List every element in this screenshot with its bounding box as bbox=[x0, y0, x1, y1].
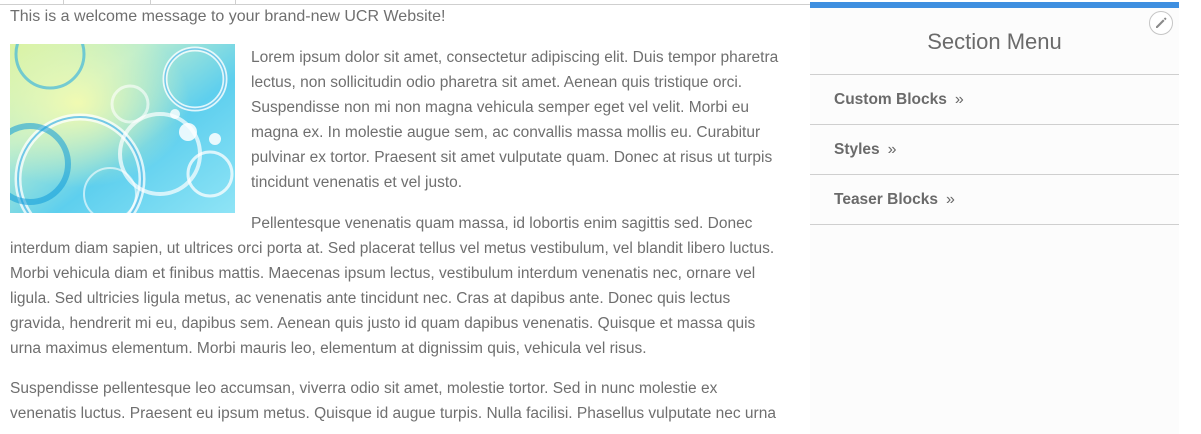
tab-divider bbox=[150, 0, 151, 4]
welcome-message: This is a welcome message to your brand-… bbox=[10, 8, 446, 25]
paragraph-second-text: Pellentesque venenatis quam massa, id lo… bbox=[10, 215, 775, 357]
menu-item-styles[interactable]: Styles » bbox=[810, 125, 1179, 175]
menu-item-label: Teaser Blocks bbox=[834, 190, 938, 208]
tab-divider bbox=[235, 0, 236, 4]
chevron-right-icon: » bbox=[954, 90, 964, 108]
paragraph-intro: Lorem ipsum dolor sit amet, consectetur … bbox=[251, 49, 779, 191]
hero-bubbles-image bbox=[10, 44, 235, 213]
menu-item-label: Styles bbox=[834, 140, 880, 158]
paragraph-second: Pellentesque venenatis quam massa, id lo… bbox=[10, 211, 780, 361]
sidebar-accent-bar bbox=[810, 2, 1179, 8]
page: This is a welcome message to your brand-… bbox=[0, 0, 1201, 434]
tab-divider bbox=[63, 0, 64, 4]
bubbles-illustration bbox=[10, 44, 235, 213]
menu-item-teaser-blocks[interactable]: Teaser Blocks » bbox=[810, 175, 1179, 225]
paragraph-third: Suspendisse pellentesque leo accumsan, v… bbox=[10, 380, 776, 422]
section-menu-title: Section Menu bbox=[927, 29, 1062, 54]
top-tab-bar bbox=[0, 0, 810, 5]
section-menu-sidebar: Section Menu Custom Blocks » Styles » Te… bbox=[810, 2, 1179, 434]
chevron-right-icon: » bbox=[945, 190, 955, 208]
menu-item-label: Custom Blocks bbox=[834, 90, 947, 108]
chevron-right-icon: » bbox=[887, 140, 897, 158]
menu-item-custom-blocks[interactable]: Custom Blocks » bbox=[810, 75, 1179, 125]
section-menu-list: Custom Blocks » Styles » Teaser Blocks » bbox=[810, 74, 1179, 225]
